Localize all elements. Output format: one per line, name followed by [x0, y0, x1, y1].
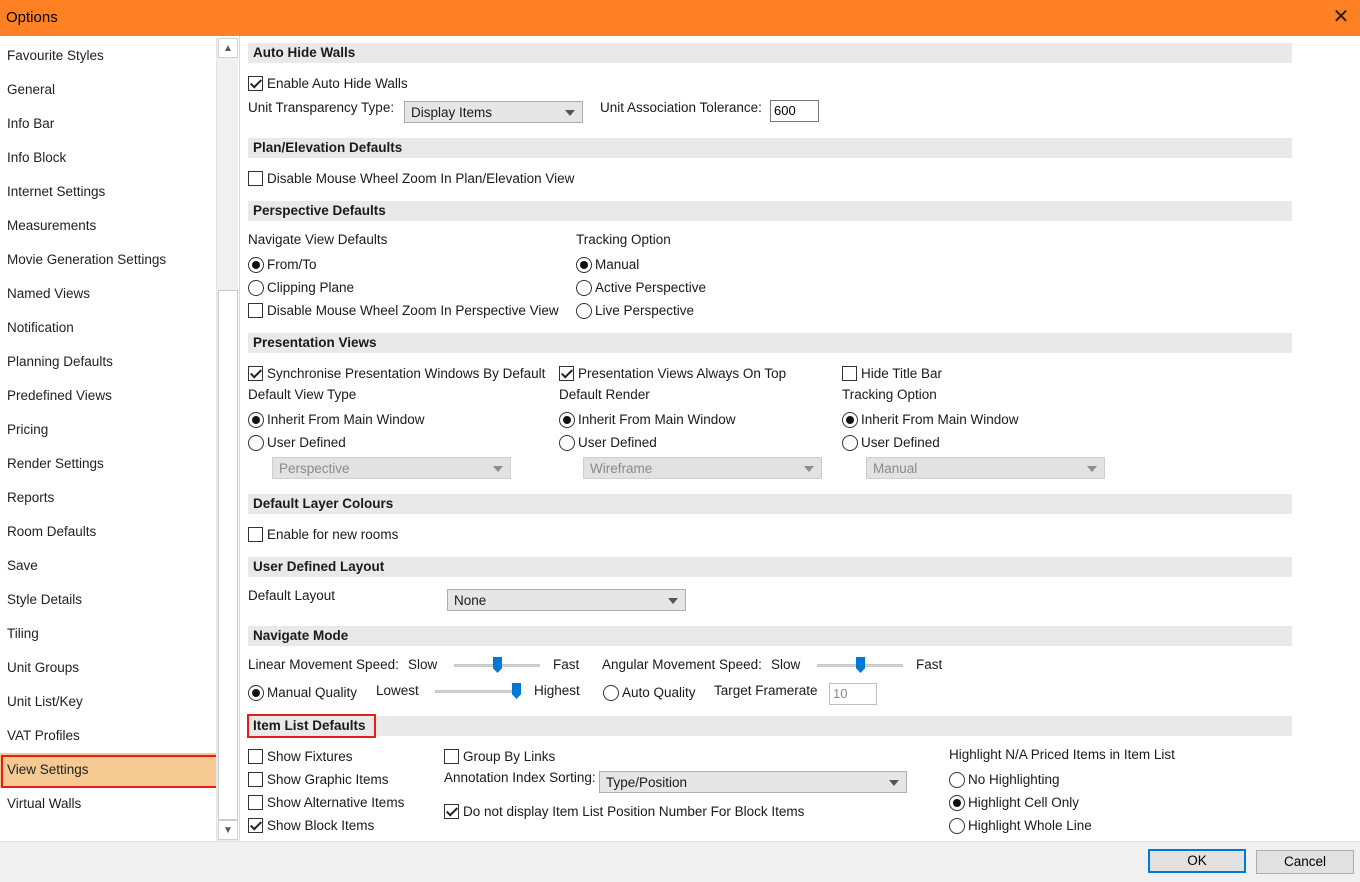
- unit-association-tolerance-input[interactable]: 600: [770, 100, 819, 122]
- sidebar-item-info-bar[interactable]: Info Bar: [0, 107, 216, 141]
- chevron-down-icon: [565, 110, 575, 116]
- close-icon[interactable]: ✕: [1328, 4, 1354, 30]
- unit-transparency-label: Unit Transparency Type:: [248, 100, 395, 115]
- slider-thumb[interactable]: [493, 657, 502, 673]
- default-layout-dropdown[interactable]: None: [447, 589, 686, 611]
- chevron-down-icon: [889, 780, 899, 786]
- chevron-down-icon: [804, 466, 814, 472]
- sidebar-item-predefined-views[interactable]: Predefined Views: [0, 379, 216, 413]
- navigate-view-defaults-label: Navigate View Defaults: [248, 232, 388, 247]
- sidebar-item-named-views[interactable]: Named Views: [0, 277, 216, 311]
- default-view-type-label: Default View Type: [248, 387, 357, 402]
- sidebar-item-vat-profiles[interactable]: VAT Profiles: [0, 719, 216, 753]
- slider-thumb[interactable]: [512, 683, 521, 699]
- sidebar-item-movie-generation-settings[interactable]: Movie Generation Settings: [0, 243, 216, 277]
- section-perspective-defaults: Perspective Defaults: [248, 201, 1292, 221]
- chevron-down-icon: [668, 598, 678, 604]
- chevron-down-icon: [1087, 466, 1097, 472]
- unit-association-tolerance-label: Unit Association Tolerance:: [600, 100, 762, 115]
- sidebar-item-info-block[interactable]: Info Block: [0, 141, 216, 175]
- checkbox-box[interactable]: [248, 818, 263, 833]
- scroll-down-icon[interactable]: ▼: [218, 820, 238, 840]
- category-sidebar: Favourite Styles General Info Bar Info Bloc…: [0, 36, 240, 841]
- section-default-layer-colours: Default Layer Colours: [248, 494, 1292, 514]
- scroll-up-icon[interactable]: ▲: [218, 38, 238, 58]
- chevron-down-icon: [493, 466, 503, 472]
- tracking-option-label: Tracking Option: [576, 232, 671, 247]
- cancel-button[interactable]: Cancel: [1256, 850, 1354, 874]
- linear-speed-label: Linear Movement Speed:: [248, 657, 399, 672]
- quality-lowest-label: Lowest: [376, 683, 419, 698]
- slider-thumb[interactable]: [856, 657, 865, 673]
- sidebar-item-notification[interactable]: Notification: [0, 311, 216, 345]
- unit-transparency-dropdown[interactable]: Display Items: [404, 101, 583, 123]
- section-annotation-box: [247, 714, 376, 738]
- render-dropdown[interactable]: Wireframe: [583, 457, 822, 479]
- sidebar-item-internet-settings[interactable]: Internet Settings: [0, 175, 216, 209]
- angular-fast-label: Fast: [916, 657, 943, 672]
- default-render-label: Default Render: [559, 387, 650, 402]
- angular-slow-label: Slow: [771, 657, 801, 672]
- checkbox-box[interactable]: [248, 772, 263, 787]
- linear-fast-label: Fast: [553, 657, 580, 672]
- sidebar-item-planning-defaults[interactable]: Planning Defaults: [0, 345, 216, 379]
- selection-annotation-box: [1, 755, 218, 788]
- quality-highest-label: Highest: [534, 683, 580, 698]
- annotation-sorting-label: Annotation Index Sorting:: [444, 770, 596, 785]
- sidebar-item-favourite-styles[interactable]: Favourite Styles: [0, 39, 216, 73]
- angular-speed-slider[interactable]: [817, 656, 903, 676]
- checkbox-box[interactable]: [248, 527, 263, 542]
- default-layout-label: Default Layout: [248, 588, 336, 603]
- sidebar-item-render-settings[interactable]: Render Settings: [0, 447, 216, 481]
- checkbox-box[interactable]: [248, 171, 263, 186]
- section-item-list-defaults: Item List Defaults: [248, 716, 1292, 736]
- ok-button[interactable]: OK: [1148, 849, 1246, 873]
- sidebar-item-unit-list-key[interactable]: Unit List/Key: [0, 685, 216, 719]
- dialog-footer: OK Cancel: [0, 841, 1360, 882]
- linear-slow-label: Slow: [408, 657, 438, 672]
- annotation-sorting-dropdown[interactable]: Type/Position: [599, 771, 907, 793]
- checkbox-box[interactable]: [559, 366, 574, 381]
- sidebar-item-save[interactable]: Save: [0, 549, 216, 583]
- quality-slider[interactable]: [435, 682, 521, 702]
- scroll-thumb[interactable]: [218, 290, 238, 820]
- target-framerate-input[interactable]: 10: [829, 683, 877, 705]
- checkbox-box[interactable]: [842, 366, 857, 381]
- checkbox-box[interactable]: [248, 76, 263, 91]
- checkbox-box[interactable]: [248, 366, 263, 381]
- checkbox-box[interactable]: [248, 749, 263, 764]
- sidebar-item-general[interactable]: General: [0, 73, 216, 107]
- checkbox-box[interactable]: [444, 749, 459, 764]
- sidebar-item-virtual-walls[interactable]: Virtual Walls: [0, 787, 216, 821]
- section-presentation-views: Presentation Views: [248, 333, 1292, 353]
- section-plan-elevation-defaults: Plan/Elevation Defaults: [248, 138, 1292, 158]
- sidebar-item-room-defaults[interactable]: Room Defaults: [0, 515, 216, 549]
- window-title: Options: [6, 9, 58, 26]
- view-type-dropdown[interactable]: Perspective: [272, 457, 511, 479]
- section-user-defined-layout: User Defined Layout: [248, 557, 1292, 577]
- linear-speed-slider[interactable]: [454, 656, 540, 676]
- checkbox-box[interactable]: [248, 795, 263, 810]
- sidebar-item-tiling[interactable]: Tiling: [0, 617, 216, 651]
- section-navigate-mode: Navigate Mode: [248, 626, 1292, 646]
- checkbox-box[interactable]: [444, 804, 459, 819]
- sidebar-item-style-details[interactable]: Style Details: [0, 583, 216, 617]
- target-framerate-label: Target Framerate: [714, 683, 818, 698]
- section-auto-hide-walls: Auto Hide Walls: [248, 43, 1292, 63]
- sidebar-scrollbar[interactable]: ▲ ▼: [216, 38, 238, 841]
- presentation-tracking-label: Tracking Option: [842, 387, 937, 402]
- tracking-dropdown[interactable]: Manual: [866, 457, 1105, 479]
- checkbox-box[interactable]: [248, 303, 263, 318]
- angular-speed-label: Angular Movement Speed:: [602, 657, 762, 672]
- sidebar-item-pricing[interactable]: Pricing: [0, 413, 216, 447]
- sidebar-item-unit-groups[interactable]: Unit Groups: [0, 651, 216, 685]
- sidebar-item-measurements[interactable]: Measurements: [0, 209, 216, 243]
- highlight-na-label: Highlight N/A Priced Items in Item List: [949, 747, 1175, 762]
- sidebar-item-reports[interactable]: Reports: [0, 481, 216, 515]
- title-bar: Options ✕: [0, 0, 1360, 36]
